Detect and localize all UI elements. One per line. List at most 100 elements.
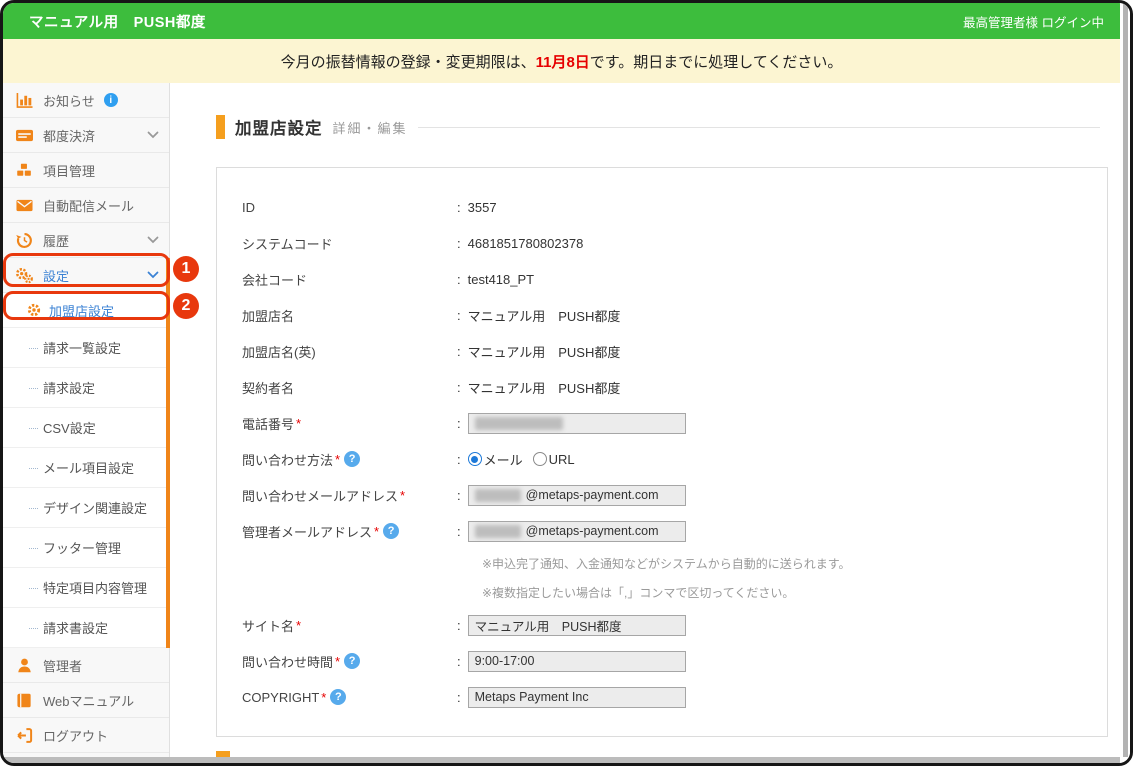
field-label-text: ID	[242, 200, 255, 215]
contact-method-radio-selected[interactable]	[468, 452, 482, 466]
field-label-text: 契約者名	[242, 378, 294, 397]
field-label-text: 問い合わせ方法	[242, 450, 333, 469]
colon: :	[457, 416, 461, 431]
colon: :	[457, 272, 461, 287]
field-label-text: 電話番号	[242, 414, 294, 433]
phone-number-input[interactable]	[468, 413, 686, 434]
sidebar: お知らせ i 都度決済項目管理自動配信メール履歴設定 加盟店設定請求一覧設定請求設定…	[3, 83, 170, 757]
sidebar-item-news[interactable]: お知らせ i	[3, 83, 169, 118]
field-row-copyright: COPYRIGHT*?:Metaps Payment Inc	[217, 679, 1107, 715]
notice-text-prefix: 今月の振替情報の登録・変更期限は、	[281, 51, 536, 72]
admin-email-input[interactable]: @metaps-payment.com	[468, 521, 686, 542]
sidebar-item-history[interactable]: 履歴	[3, 223, 169, 258]
horizontal-scrollbar[interactable]	[3, 757, 1120, 763]
required-mark: *	[321, 690, 326, 705]
sidebar-item-admin[interactable]: 管理者	[3, 648, 169, 683]
active-menu-rail	[166, 258, 170, 648]
sidebar-subitem-invoice-settings[interactable]: 請求書設定	[3, 608, 169, 648]
vertical-scrollbar[interactable]	[1120, 3, 1130, 763]
contact-method-radio-unselected[interactable]	[533, 452, 547, 466]
required-mark: *	[296, 416, 301, 431]
info-icon[interactable]: i	[104, 93, 118, 107]
field-label-system-code: システムコード	[242, 234, 457, 253]
sidebar-item-merchant-settings[interactable]: 加盟店設定	[3, 293, 169, 328]
sidebar-item-item-management[interactable]: 項目管理	[3, 153, 169, 188]
field-row-id: ID :3557	[217, 189, 1107, 225]
sidebar-item-label: お知らせ	[43, 91, 95, 110]
help-icon[interactable]: ?	[344, 451, 360, 467]
redacted-value	[475, 525, 521, 538]
chevron-down-icon	[147, 236, 159, 244]
field-label-contact-hours: 問い合わせ時間*?	[242, 652, 457, 671]
colon: :	[457, 452, 461, 467]
annotation-badge-1: 1	[173, 256, 199, 282]
bar-chart-icon	[15, 92, 34, 109]
field-value-admin-email: :@metaps-payment.com	[457, 521, 686, 542]
field-label-text: 加盟店名(英)	[242, 342, 316, 361]
app-title: マニュアル用 PUSH都度	[29, 11, 206, 32]
sidebar-subitem-mail-item-settings[interactable]: メール項目設定	[3, 448, 169, 488]
field-value-copyright: :Metaps Payment Inc	[457, 687, 686, 708]
sidebar-item-settings[interactable]: 設定	[3, 258, 169, 293]
field-label-merchant-name-en: 加盟店名(英)	[242, 342, 457, 361]
field-row-contractor-name: 契約者名:マニュアル用 PUSH都度	[217, 369, 1107, 405]
contractor-name-value: マニュアル用 PUSH都度	[468, 378, 621, 397]
sidebar-item-logout[interactable]: ログアウト	[3, 718, 169, 753]
page-title: 加盟店設定	[235, 115, 323, 139]
sidebar-subitem-label: フッター管理	[43, 538, 121, 557]
contact-email-input-text: @metaps-payment.com	[526, 488, 659, 502]
sidebar-item-spot-payment[interactable]: 都度決済	[3, 118, 169, 153]
help-icon[interactable]: ?	[344, 653, 360, 669]
sidebar-bottom-nav: 管理者Webマニュアルログアウト	[3, 648, 169, 753]
contact-email-input[interactable]: @metaps-payment.com	[468, 485, 686, 506]
app-window: マニュアル用 PUSH都度 最高管理者様 ログイン中 今月の振替情報の登録・変更…	[0, 0, 1133, 766]
field-value-merchant-name-en: :マニュアル用 PUSH都度	[457, 342, 620, 361]
field-value-contact-hours: :9:00-17:00	[457, 651, 686, 672]
gears-icon	[15, 267, 34, 284]
redacted-value	[475, 417, 563, 430]
site-name-input[interactable]: マニュアル用 PUSH都度	[468, 615, 686, 636]
help-icon[interactable]: ?	[383, 523, 399, 539]
sidebar-subitem-billing-list-settings[interactable]: 請求一覧設定	[3, 328, 169, 368]
field-value-id: :3557	[457, 200, 497, 215]
sidebar-settings-submenu: 加盟店設定請求一覧設定請求設定CSV設定メール項目設定デザイン関連設定フッター管…	[3, 293, 169, 648]
section-header: 加盟店設定 詳細・編集	[216, 114, 1100, 140]
annotation-badge-2: 2	[173, 293, 199, 319]
main-content: 加盟店設定 詳細・編集 ID:3557システムコード:4681851780802…	[170, 83, 1120, 757]
sidebar-item-label: 項目管理	[43, 161, 95, 180]
copyright-input[interactable]: Metaps Payment Inc	[468, 687, 686, 708]
sidebar-item-label: 設定	[43, 266, 69, 285]
colon: :	[457, 200, 461, 215]
sidebar-subitem-label: 特定項目内容管理	[43, 578, 147, 597]
card-icon	[15, 127, 34, 144]
sidebar-subitem-footer-management[interactable]: フッター管理	[3, 528, 169, 568]
required-mark: *	[335, 654, 340, 669]
required-mark: *	[374, 524, 379, 539]
field-label-id: ID	[242, 200, 457, 215]
sidebar-subitem-csv-settings[interactable]: CSV設定	[3, 408, 169, 448]
sidebar-item-label: 履歴	[43, 231, 69, 250]
field-row-contact-method: 問い合わせ方法*?:メールURL	[217, 441, 1107, 477]
notice-bar: 今月の振替情報の登録・変更期限は、11月8日です。期日までに処理してください。	[3, 39, 1120, 83]
sidebar-item-web-manual[interactable]: Webマニュアル	[3, 683, 169, 718]
required-mark: *	[400, 488, 405, 503]
field-label-contractor-name: 契約者名	[242, 378, 457, 397]
sidebar-subitem-design-settings[interactable]: デザイン関連設定	[3, 488, 169, 528]
field-label-site-name: サイト名*	[242, 616, 457, 635]
sidebar-item-label: ログアウト	[43, 726, 108, 745]
vertical-scrollbar-thumb[interactable]	[1123, 3, 1128, 757]
sidebar-item-auto-mail[interactable]: 自動配信メール	[3, 188, 169, 223]
contact-hours-input[interactable]: 9:00-17:00	[468, 651, 686, 672]
book-icon	[15, 692, 34, 709]
company-code-value: test418_PT	[468, 272, 535, 287]
field-row-phone-number: 電話番号*:	[217, 405, 1107, 441]
chevron-down-icon	[147, 271, 159, 279]
help-icon[interactable]: ?	[330, 689, 346, 705]
sidebar-subitem-billing-settings[interactable]: 請求設定	[3, 368, 169, 408]
notice-text-suffix: です。期日までに処理してください。	[590, 51, 843, 72]
field-row-company-code: 会社コード:test418_PT	[217, 261, 1107, 297]
sidebar-subitem-label: メール項目設定	[43, 458, 134, 477]
sidebar-subitem-specific-item-management[interactable]: 特定項目内容管理	[3, 568, 169, 608]
colon: :	[457, 488, 461, 503]
sidebar-subitem-label: デザイン関連設定	[43, 498, 147, 517]
